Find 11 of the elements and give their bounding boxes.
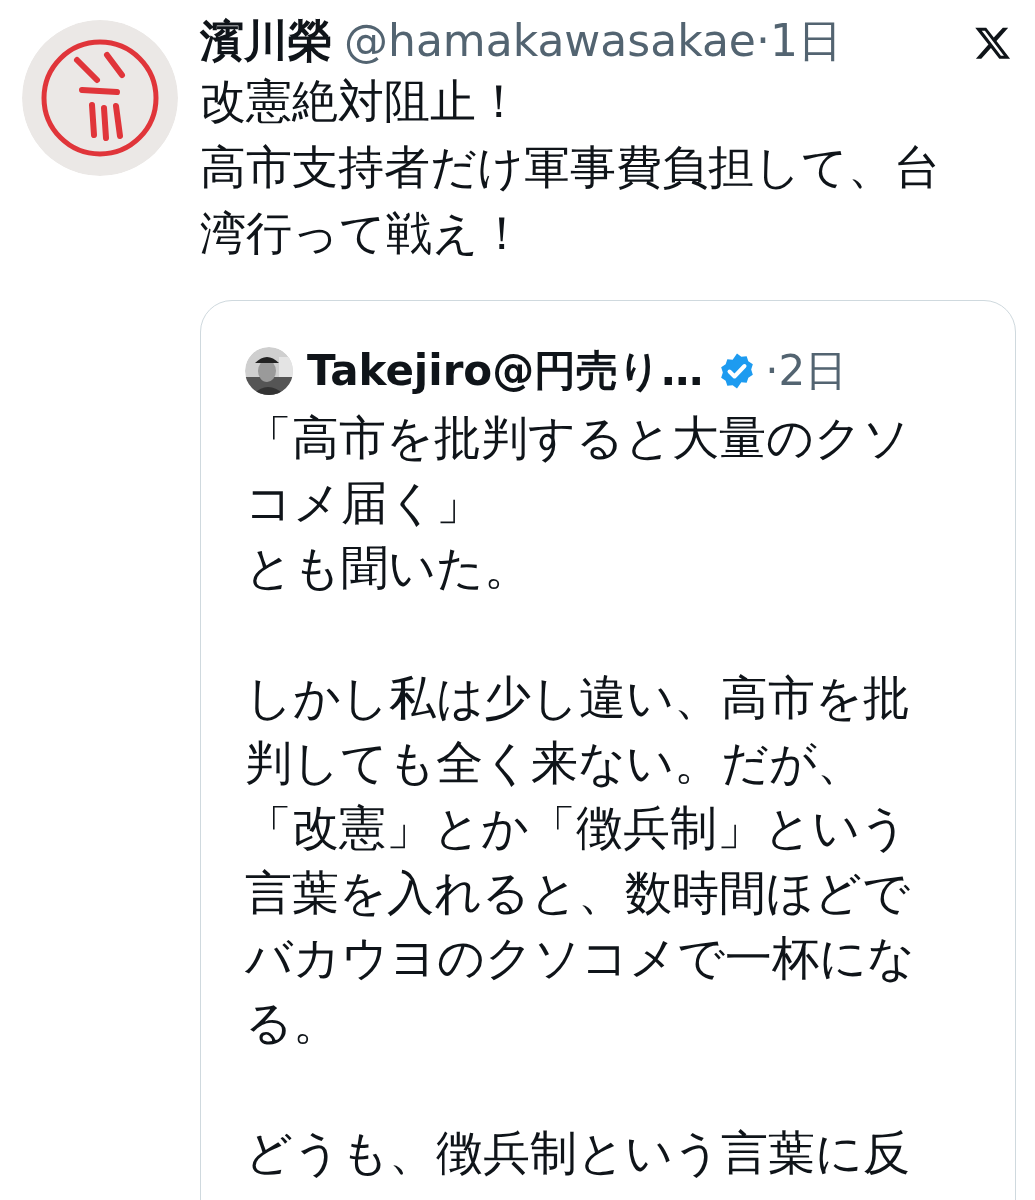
quoted-author-name: Takejiro@円売り… xyxy=(307,345,704,397)
author-handle: @hamakawasakae xyxy=(344,15,756,66)
post-text: 改憲絶対阻止！ xyxy=(200,73,523,130)
quoted-post-text: とも聞いた。 xyxy=(245,539,532,597)
quoted-post-text: どうも、徴兵制という言葉に反 xyxy=(245,1124,911,1182)
post-time: ·1日 xyxy=(755,14,842,68)
author-name: 濱川榮 xyxy=(200,14,332,68)
quoted-post-text: しかし私は少し違い、高市を批判しても全く来ない。だが、「改憲」とか「徴兵制」という言葉を入れると、数時間ほどでバカウヨのクソコメで一杯になる。 xyxy=(245,669,916,1052)
quoted-post-text: 「高市を批判すると大量のクソコメ届く」 xyxy=(245,409,911,532)
post-text: 高市支持者だけ軍事費負担して、台湾行って戦え！ xyxy=(200,139,941,262)
quoted-post-time: ·2日 xyxy=(765,345,848,397)
